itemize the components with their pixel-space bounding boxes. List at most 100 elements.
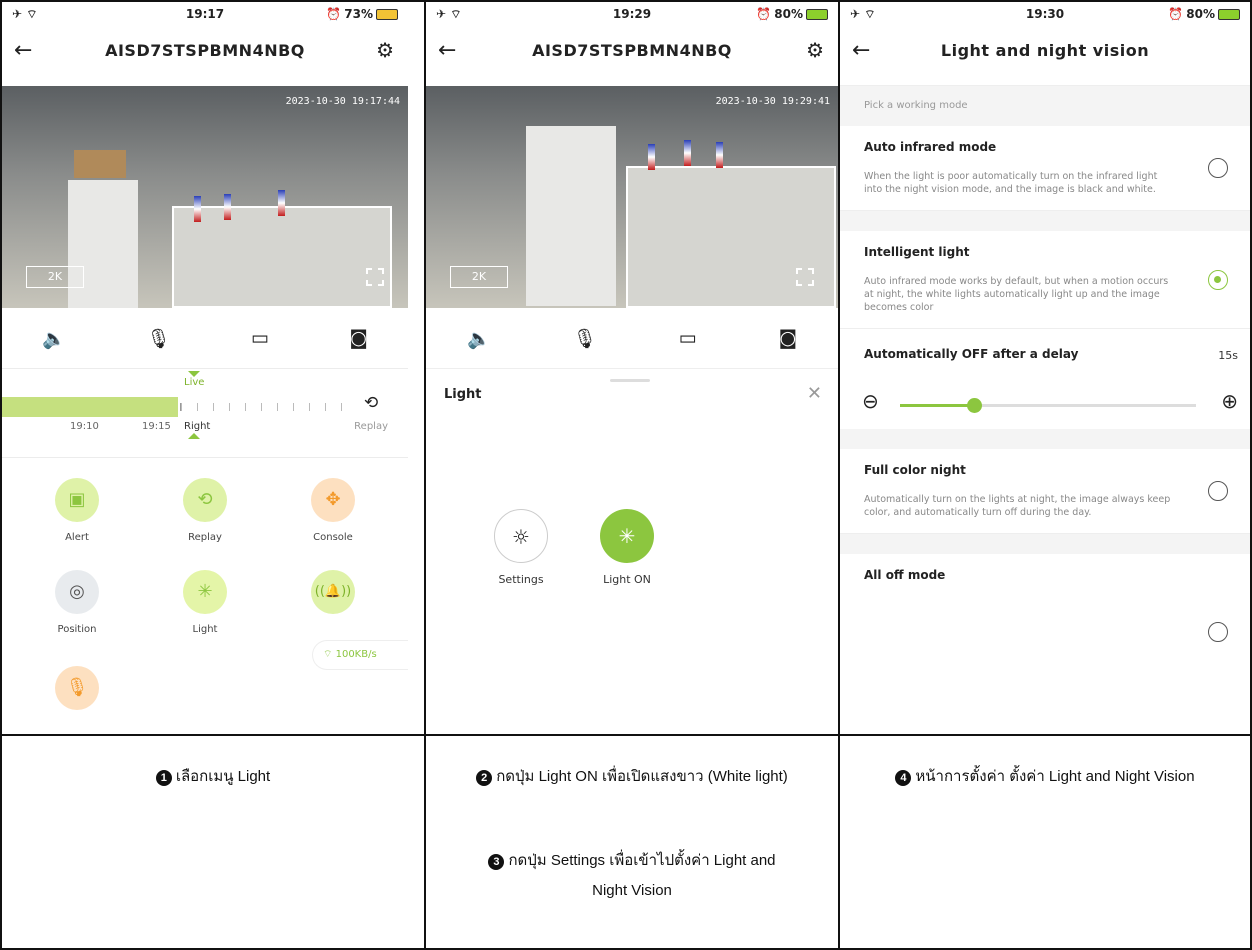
status-bar: ✈ ⌔ 19:30 ⏰ 80% — [840, 2, 1250, 28]
record-video-icon[interactable]: ▭ — [679, 327, 697, 349]
fullscreen-icon[interactable] — [796, 268, 814, 286]
device-title: AISD7STSPBMN4NBQ — [532, 41, 732, 60]
microphone-icon[interactable]: 🎙 — [146, 327, 170, 350]
radio-full-color-night[interactable] — [1208, 481, 1228, 501]
video-timestamp: 2023-10-30 19:29:41 — [715, 96, 830, 107]
minus-circle-icon[interactable]: ⊖ — [862, 389, 879, 413]
option-desc: Auto infrared mode works by default, but… — [864, 276, 1169, 313]
delay-slider[interactable]: ⊖ ⊕ — [840, 379, 1250, 429]
network-speed: ⌔ 100KB/s — [312, 640, 408, 670]
timeline-label: 19:15 — [142, 421, 171, 432]
section-separator — [840, 429, 1250, 449]
cabinet — [526, 126, 616, 306]
option-title: All off mode — [864, 568, 946, 582]
battery-percent: 80% — [774, 7, 803, 21]
close-icon[interactable]: ✕ — [807, 383, 822, 404]
status-bar: ✈ ⌔ 19:29 ⏰ 80% — [426, 2, 838, 28]
light-on-icon: ✳ — [600, 509, 654, 563]
nav-bar: ← AISD7STSPBMN4NBQ ⚙ — [426, 28, 838, 86]
option-all-off[interactable]: All off mode — [840, 554, 1250, 642]
battery-percent: 80% — [1186, 7, 1215, 21]
caption-step-4: 4 หน้าการตั้งค่า ตั้งค่า Light and Night … — [840, 764, 1250, 788]
menu-label: Alert — [65, 532, 89, 543]
caption-text: หน้าการตั้งค่า ตั้งค่า Light and Night V… — [915, 768, 1195, 785]
caption-step-1: 1 เลือกเมนู Light — [2, 764, 424, 788]
timeline-label: 19:10 — [70, 421, 99, 432]
quality-button[interactable]: 2K — [450, 266, 508, 288]
microphone-icon[interactable]: 🎙 — [573, 327, 597, 350]
caption-step-3: 3 กดปุ่ม Settings เพื่อเข้าไปตั้งค่า Ligh… — [426, 846, 838, 906]
slider-fill — [900, 404, 974, 407]
fullscreen-icon[interactable] — [366, 268, 384, 286]
speed-value: 100KB/s — [335, 649, 377, 660]
option-full-color-night[interactable]: Full color night Automatically turn on t… — [840, 449, 1250, 534]
settings-button[interactable]: ☼ Settings — [476, 509, 566, 586]
radio-intelligent-light[interactable] — [1208, 269, 1228, 290]
flag — [684, 140, 691, 166]
menu-item-siren[interactable]: ((🔔)) — [278, 570, 388, 614]
shelf — [626, 166, 836, 308]
menu-item-talk[interactable]: 🎙 — [22, 666, 132, 710]
battery-status: ⏰ 80% — [1168, 7, 1240, 21]
section-separator — [840, 211, 1250, 231]
position-icon: ◎ — [55, 570, 99, 614]
light-on-button[interactable]: ✳ Light ON — [582, 509, 672, 586]
menu-item-console[interactable]: ✥ Console — [278, 478, 388, 543]
delay-setting: Automatically OFF after a delay 15s — [840, 329, 1250, 379]
record-video-icon[interactable]: ▭ — [251, 327, 269, 349]
device-title: AISD7STSPBMN4NBQ — [105, 41, 305, 60]
menu-item-light[interactable]: ✳ Light — [150, 570, 260, 635]
gear-icon[interactable]: ⚙ — [376, 38, 394, 62]
option-auto-infrared[interactable]: Auto infrared mode When the light is poo… — [840, 126, 1250, 211]
status-bar: ✈ ⌔ 19:17 ⏰ 73% — [2, 2, 408, 28]
slider-track[interactable] — [900, 398, 1196, 413]
replay-link[interactable]: ⟲ Replay — [354, 393, 388, 432]
option-title: Auto infrared mode — [864, 140, 997, 154]
menu-label: Position — [57, 624, 97, 635]
menu-item-alert[interactable]: ▣ Alert — [22, 478, 132, 543]
timeline-ticks — [180, 403, 350, 411]
sheet-title: Light — [444, 387, 482, 402]
function-menu: ▣ Alert ⟲ Replay ✥ Console ◎ Position ✳ … — [2, 458, 408, 718]
gear-icon[interactable]: ⚙ — [806, 38, 824, 62]
table-row-divider — [0, 734, 1252, 736]
slider-knob[interactable] — [967, 398, 982, 413]
step-number-icon: 3 — [488, 854, 505, 870]
nav-bar: ← Light and night vision — [840, 28, 1250, 86]
siren-icon: ((🔔)) — [311, 570, 355, 614]
delay-label: Automatically OFF after a delay — [864, 347, 1079, 361]
alert-icon: ▣ — [55, 478, 99, 522]
video-controls: 🔈 🎙 ▭ ◙ — [2, 308, 408, 368]
snapshot-camera-icon[interactable]: ◙ — [779, 327, 797, 349]
battery-percent: 73% — [344, 7, 373, 21]
radio-all-off[interactable] — [1208, 622, 1228, 642]
plus-circle-icon[interactable]: ⊕ — [1221, 389, 1238, 413]
section-separator — [840, 534, 1250, 554]
cabinet — [68, 180, 138, 308]
camera-video-feed[interactable]: 2023-10-30 19:17:44 2K — [2, 86, 408, 308]
speaker-icon[interactable]: 🔈 — [467, 327, 491, 350]
screenshot-light-sheet: ✈ ⌔ 19:29 ⏰ 80% ← AISD7STSPBMN4NBQ ⚙ 202… — [426, 2, 838, 734]
snapshot-camera-icon[interactable]: ◙ — [349, 327, 367, 349]
camera-video-feed[interactable]: 2023-10-30 19:29:41 2K — [426, 86, 838, 308]
option-title: Full color night — [864, 463, 966, 477]
caption-text: Night Vision — [592, 882, 672, 899]
menu-label: Console — [313, 532, 353, 543]
speaker-icon[interactable]: 🔈 — [42, 327, 66, 350]
light-on-label: Light ON — [603, 573, 651, 586]
flag — [278, 190, 285, 216]
delay-value: 15s — [1218, 349, 1238, 362]
menu-item-replay[interactable]: ⟲ Replay — [150, 478, 260, 543]
option-desc: Automatically turn on the lights at nigh… — [864, 494, 1171, 518]
option-intelligent-light[interactable]: Intelligent light Auto infrared mode wor… — [840, 231, 1250, 329]
menu-label: Replay — [188, 532, 222, 543]
menu-item-position[interactable]: ◎ Position — [22, 570, 132, 635]
caption-text: กดปุ่ม Settings เพื่อเข้าไปตั้งค่า Light… — [508, 852, 776, 869]
quality-button[interactable]: 2K — [26, 266, 84, 288]
playback-timeline[interactable]: Live 19:10 19:15 Right ⟲ Replay — [2, 368, 408, 458]
battery-status: ⏰ 73% — [326, 7, 398, 21]
sheet-drag-handle[interactable] — [610, 379, 650, 382]
screenshot-light-settings: ✈ ⌔ 19:30 ⏰ 80% ← Light and night vision… — [840, 2, 1250, 734]
radio-auto-infrared[interactable] — [1208, 158, 1228, 178]
flag — [716, 142, 723, 168]
